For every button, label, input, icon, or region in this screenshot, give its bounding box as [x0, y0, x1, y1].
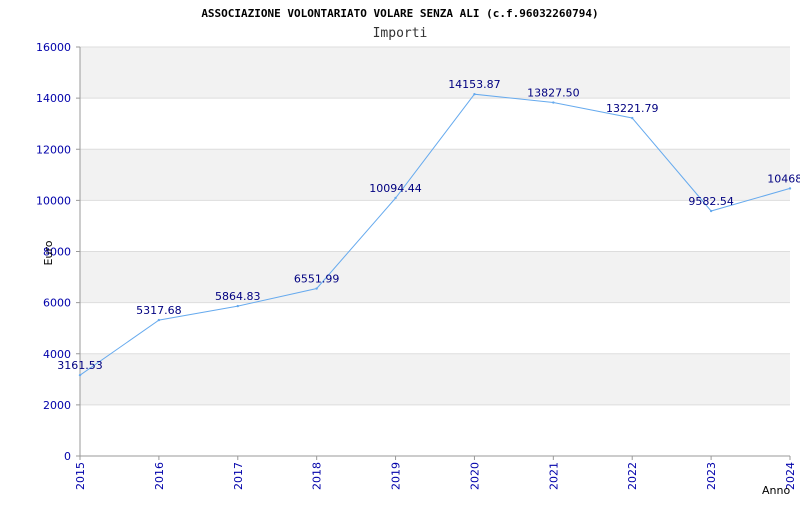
x-tick-label: 2016: [153, 462, 166, 490]
chart-subtitle: Importi: [373, 26, 428, 41]
x-tick-label: 2023: [705, 462, 718, 490]
data-point: [78, 373, 82, 377]
data-label: 10468.3: [767, 172, 800, 185]
x-axis-label: Anno: [762, 484, 790, 497]
chart-title: ASSOCIAZIONE VOLONTARIATO VOLARE SENZA A…: [201, 7, 598, 20]
x-tick-label: 2020: [468, 462, 481, 490]
plot-band: [80, 47, 790, 99]
data-point: [709, 209, 713, 213]
data-point: [315, 287, 318, 290]
x-tick-label: 2021: [547, 462, 560, 490]
data-point: [236, 304, 239, 308]
data-label: 9582.54: [688, 195, 734, 208]
y-tick-label: 16000: [36, 41, 71, 54]
x-tick-label: 2018: [311, 462, 324, 490]
x-tick-label: 2022: [626, 462, 639, 490]
x-tick-labels: 2015 2016 2017 2018 2019 2020 2021 2022 2023 2024: [74, 462, 797, 490]
plot-band: [80, 353, 790, 405]
y-axis-label: Euro: [42, 240, 55, 265]
plot-band: [80, 302, 790, 354]
line-chart: 0 2000 4000 6000 8000 10000 12000 14000 16000 20…: [0, 0, 800, 500]
data-point: [631, 116, 634, 120]
y-tick-label: 14000: [36, 92, 71, 105]
x-tick-label: 2019: [390, 462, 403, 490]
plot-band: [80, 98, 790, 150]
y-tick-label: 12000: [36, 143, 71, 156]
data-point: [157, 318, 161, 322]
data-point: [552, 101, 555, 104]
y-tick-label: 2000: [43, 399, 71, 412]
data-label: 6551.99: [294, 273, 340, 286]
data-label: 13221.79: [606, 102, 659, 115]
data-point: [473, 92, 476, 96]
data-point: [788, 187, 792, 190]
x-tick-label: 2017: [232, 462, 245, 490]
data-label: 10094.44: [369, 182, 422, 195]
y-tick-label: 10000: [36, 194, 71, 207]
data-label: 5864.83: [215, 290, 261, 303]
plot-band: [80, 251, 790, 303]
data-label: 13827.50: [527, 87, 580, 100]
plot-band: [80, 200, 790, 252]
chart-svg: 0200040006000800010000120001400016000 20…: [36, 7, 800, 497]
data-point: [394, 196, 397, 200]
y-tick-label: 6000: [43, 297, 71, 310]
x-tick-label: 2015: [74, 462, 87, 490]
data-label: 3161.53: [57, 359, 103, 372]
plot-band: [80, 404, 790, 456]
data-label: 14153.87: [448, 78, 501, 91]
y-tick-label: 0: [64, 450, 71, 463]
plot-band: [80, 149, 790, 201]
data-label: 5317.68: [136, 304, 182, 317]
